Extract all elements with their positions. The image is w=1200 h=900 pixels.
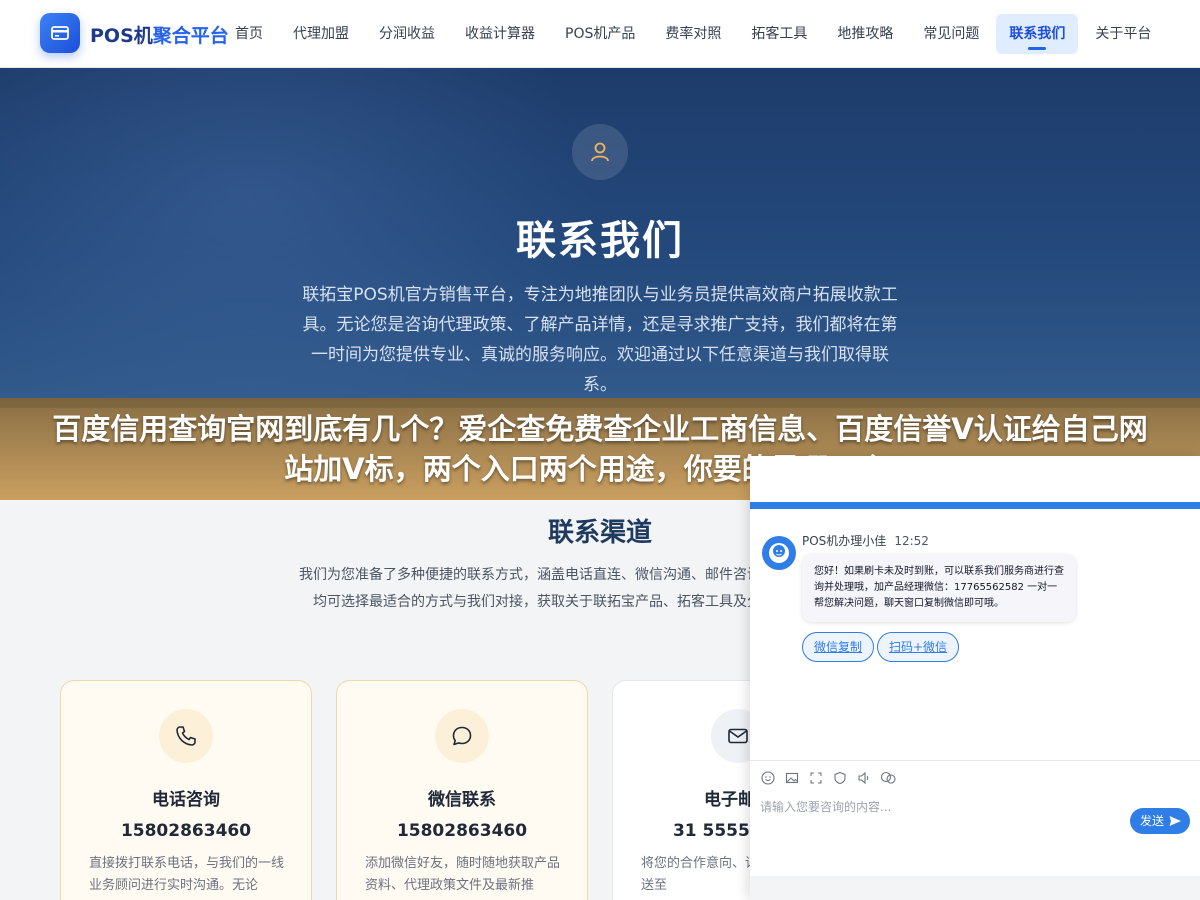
page-title: 联系我们 xyxy=(516,218,684,264)
agent-name-text: POS机办理小佳 xyxy=(802,534,887,548)
hero-section: 联系我们 联拓宝POS机官方销售平台，专注为地推团队与业务员提供高效商户拓展收款… xyxy=(0,68,1200,408)
agent-avatar xyxy=(762,536,796,570)
minimize-icon[interactable] xyxy=(1150,466,1162,478)
contact-card-wechat[interactable]: 微信联系 15802863460 添加微信好友，随时随地获取产品资料、代理政策文… xyxy=(336,680,588,900)
chat-toolbar xyxy=(760,770,896,786)
quick-reply-copy-wechat[interactable]: 微信复制 xyxy=(802,632,875,662)
top-navbar: POS机聚合平台 首页 代理加盟 分润收益 收益计算器 POS机产品 费率对照 … xyxy=(0,0,1200,68)
phone-icon xyxy=(159,709,213,763)
contact-card-phone[interactable]: 电话咨询 15802863460 直接拨打联系电话，与我们的一线业务顾问进行实时… xyxy=(60,680,312,900)
chat-message-input[interactable]: 请输入您要咨询的内容... xyxy=(760,798,1120,815)
maximize-icon[interactable] xyxy=(1174,466,1186,478)
image-icon[interactable] xyxy=(784,770,800,786)
hero-description: 联拓宝POS机官方销售平台，专注为地推团队与业务员提供高效商户拓展收款工具。无论… xyxy=(302,285,898,395)
wechat-number[interactable]: 15802863460 xyxy=(337,821,587,841)
nav-item-agent-join[interactable]: 代理加盟 xyxy=(280,14,362,54)
send-label: 发送 xyxy=(1140,814,1165,828)
nav-menu: 首页 代理加盟 分润收益 收益计算器 POS机产品 费率对照 拓客工具 地推攻略… xyxy=(222,14,1168,54)
screenshot-icon[interactable] xyxy=(808,770,824,786)
nav-item-promotion-guide[interactable]: 地推攻略 xyxy=(824,14,906,54)
nav-item-contact[interactable]: 联系我们 xyxy=(996,14,1079,54)
card-description: 直接拨打联系电话，与我们的一线业务顾问进行实时沟通。无论 xyxy=(89,856,285,893)
voice-icon[interactable] xyxy=(856,770,872,786)
send-button[interactable]: 发送 xyxy=(1130,808,1190,834)
logo-icon[interactable] xyxy=(40,13,80,53)
quick-reply-scan-wechat[interactable]: 扫码+微信 xyxy=(877,632,960,662)
card-title: 电话咨询 xyxy=(152,790,220,810)
nav-item-pos-products[interactable]: POS机产品 xyxy=(552,14,648,54)
chat-footer xyxy=(750,876,1200,900)
chat-divider xyxy=(750,760,1200,761)
more-icon[interactable] xyxy=(880,770,896,786)
card-title: 微信联系 xyxy=(428,790,496,810)
chat-bubble-icon xyxy=(435,709,489,763)
rate-icon[interactable] xyxy=(832,770,848,786)
nav-item-profit-share[interactable]: 分润收益 xyxy=(366,14,448,54)
nav-item-faq[interactable]: 常见问题 xyxy=(910,14,992,54)
chat-widget: POS机办理小佳 12:52 您好！如果刷卡未及时到账，可以联系我们服务商进行查询… xyxy=(750,456,1200,900)
nav-item-profit-calculator[interactable]: 收益计算器 xyxy=(452,14,548,54)
nav-item-customer-tools[interactable]: 拓客工具 xyxy=(738,14,820,54)
brand-accent: 聚合平台 xyxy=(152,25,229,47)
message-time: 12:52 xyxy=(894,534,929,548)
chat-message: 您好！如果刷卡未及时到账，可以联系我们服务商进行查询并处理哦，加产品经理微信：1… xyxy=(802,554,1076,622)
phone-number[interactable]: 15802863460 xyxy=(61,821,311,841)
agent-name: POS机办理小佳 12:52 xyxy=(802,532,929,549)
nav-item-about[interactable]: 关于平台 xyxy=(1082,14,1164,54)
nav-item-rate-compare[interactable]: 费率对照 xyxy=(652,14,734,54)
brand-name[interactable]: POS机聚合平台 xyxy=(90,21,229,48)
brand-prefix: POS机 xyxy=(90,25,153,47)
user-icon xyxy=(572,124,628,180)
chat-accent-bar xyxy=(750,502,1200,509)
nav-item-home[interactable]: 首页 xyxy=(222,14,276,54)
chat-header[interactable] xyxy=(750,456,1200,502)
emoji-icon[interactable] xyxy=(760,770,776,786)
card-description: 添加微信好友，随时随地获取产品资料、代理政策文件及最新推 xyxy=(365,856,561,893)
send-icon xyxy=(1169,816,1181,826)
